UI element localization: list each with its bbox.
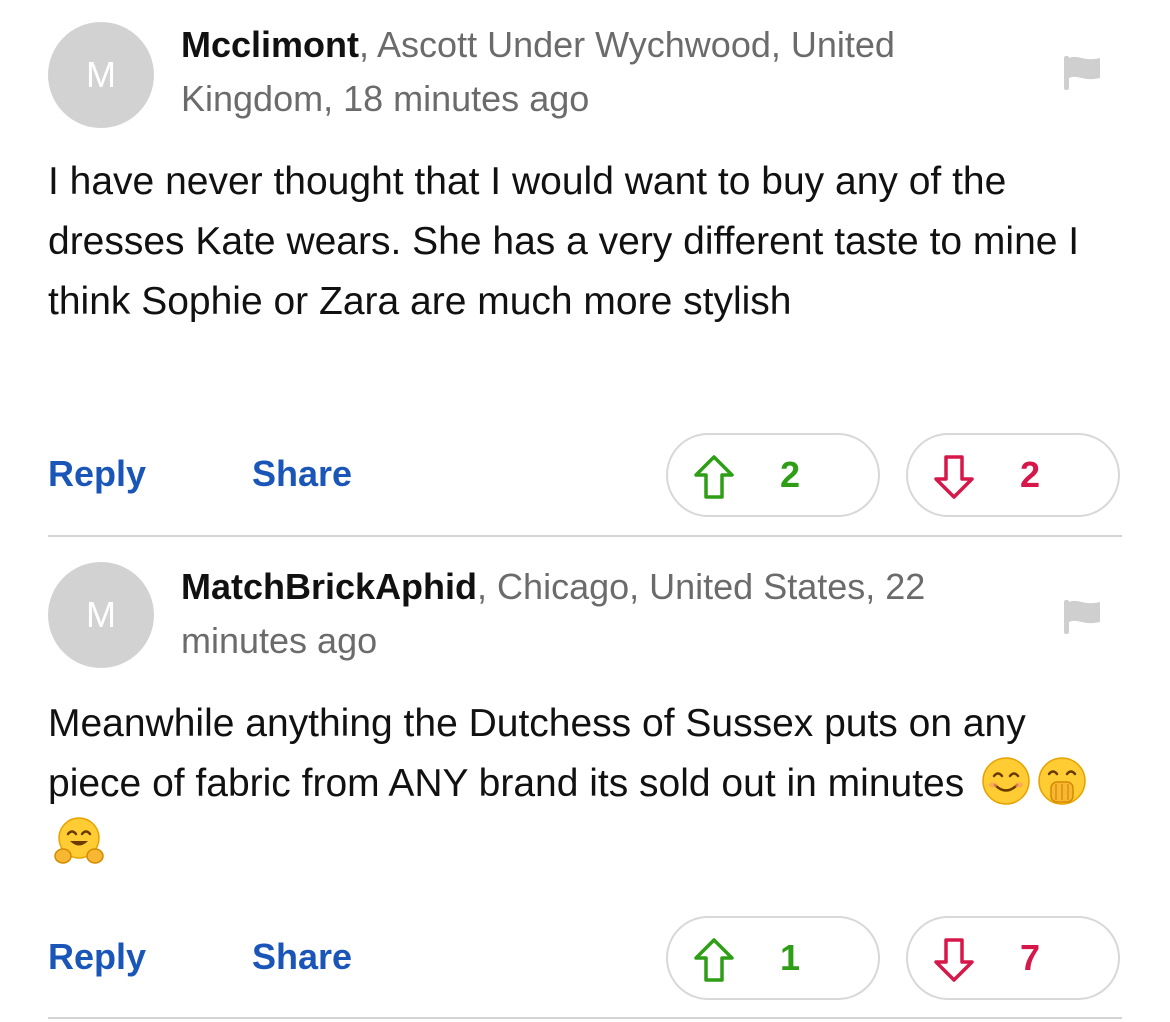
- comment-author[interactable]: MatchBrickAphid: [181, 566, 477, 607]
- comment-item: M MatchBrickAphid, Chicago, United State…: [0, 0, 1170, 1022]
- upvote-count: 1: [780, 937, 801, 978]
- downvote-button[interactable]: 7: [906, 916, 1120, 1000]
- comment-divider: [48, 1017, 1122, 1019]
- reply-button[interactable]: Reply: [48, 937, 146, 977]
- arrow-down-icon: [934, 938, 974, 982]
- arrow-up-icon: [694, 938, 734, 982]
- comment-body-text: Meanwhile anything the Dutchess of Susse…: [48, 702, 1026, 805]
- comment-body: Meanwhile anything the Dutchess of Susse…: [48, 694, 1128, 874]
- smiling-face-emoji: [982, 757, 1030, 805]
- hugging-face-emoji: [54, 817, 104, 864]
- hand-over-mouth-emoji: [1038, 757, 1086, 805]
- avatar[interactable]: M: [48, 562, 154, 668]
- upvote-button[interactable]: 1: [666, 916, 880, 1000]
- downvote-count: 7: [1020, 937, 1041, 978]
- share-button[interactable]: Share: [252, 937, 352, 977]
- report-flag-icon[interactable]: [1062, 596, 1102, 636]
- comment-meta: MatchBrickAphid, Chicago, United States,…: [181, 560, 1041, 668]
